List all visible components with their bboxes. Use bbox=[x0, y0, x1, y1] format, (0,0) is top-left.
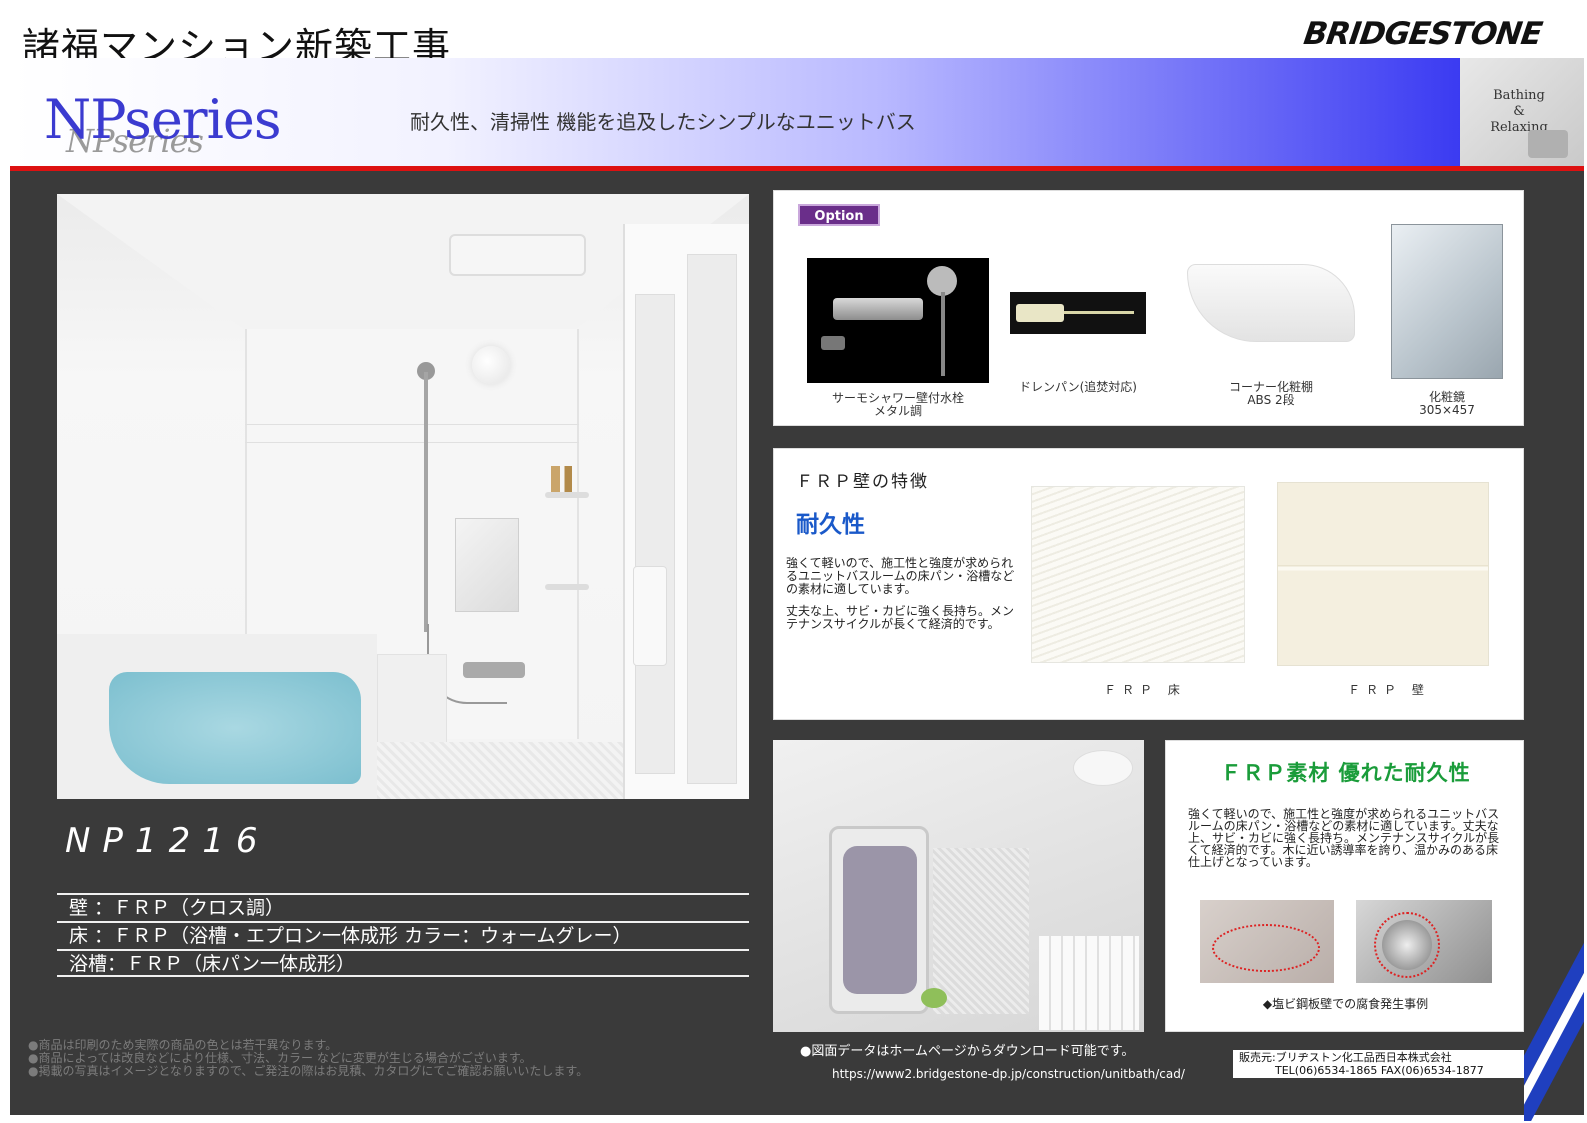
bath-floor bbox=[377, 742, 623, 799]
brand-logo: BRIDGESTONE bbox=[1301, 16, 1544, 52]
bathtub-water bbox=[843, 846, 917, 994]
spec-list: 壁 ：ＦＲＰ（クロス調） 床 ：ＦＲＰ（浴槽・エプロン一体成形 カラー：ウォーム… bbox=[57, 893, 749, 977]
decorative-stripes bbox=[1524, 871, 1584, 1121]
overhead-bath-photo bbox=[773, 740, 1144, 1032]
bottles bbox=[551, 466, 581, 492]
corner-shelf bbox=[545, 492, 589, 498]
frp-card: ＦＲＰ壁の特徴 耐久性 強くて軽いので、施工性と強度が求められるユニットバスルー… bbox=[773, 448, 1524, 720]
option-item-name: ドレンパン(追焚対応) bbox=[1019, 380, 1137, 394]
thermo-shower-faucet-image bbox=[807, 258, 989, 383]
shower-hose bbox=[941, 292, 945, 376]
highlight-ring bbox=[1374, 912, 1440, 978]
corner-line-1: Bathing bbox=[1493, 88, 1545, 103]
spec-row-wall: 壁 ：ＦＲＰ（クロス調） bbox=[57, 893, 749, 921]
durability-body: 強くて軽いので、施工性と強度が求められるユニットバスルームの床パン・浴槽などの素… bbox=[1188, 807, 1500, 869]
frp-paragraph: 丈夫な上、サビ・カビに強く長持ち。メンテナンスサイクルが長くて経済的です。 bbox=[786, 604, 1015, 631]
highlight-ring bbox=[1212, 924, 1320, 972]
download-notice: ●図面データはホームページからダウンロード可能です。 bbox=[800, 1044, 1135, 1059]
ceiling-light bbox=[1073, 750, 1133, 786]
shower-bar bbox=[424, 372, 428, 632]
unit-bath-photo bbox=[57, 194, 749, 799]
soap-image bbox=[1528, 130, 1568, 158]
bath-floor bbox=[933, 848, 1029, 1014]
ceiling-light bbox=[472, 346, 510, 384]
durability-card: ＦＲＰ素材 優れた耐久性 強くて軽いので、施工性と強度が求められるユニットバスル… bbox=[1165, 740, 1524, 1032]
spec-row-floor: 床 ：ＦＲＰ（浴槽・エプロン一体成形 カラー：ウォームグレー） bbox=[57, 921, 749, 949]
faucet bbox=[463, 662, 525, 678]
model-number: NP1216 bbox=[65, 821, 270, 861]
tagline: 耐久性、清掃性 機能を追及したシンプルなユニットバス bbox=[410, 110, 916, 134]
bath-step bbox=[377, 654, 447, 754]
option-item-faucet: サーモシャワー壁付水栓 メタル調 bbox=[807, 392, 989, 418]
frp-wall-caption: ＦＲＰ 壁 bbox=[1348, 683, 1430, 697]
frp-subtitle: 耐久性 bbox=[796, 512, 865, 538]
option-item-sub: 305×457 bbox=[1419, 403, 1475, 417]
durability-title: ＦＲＰ素材 優れた耐久性 bbox=[1220, 761, 1471, 785]
frp-floor-caption: ＦＲＰ 床 bbox=[1104, 683, 1186, 697]
wall-line bbox=[245, 442, 579, 443]
frp-title: ＦＲＰ壁の特徴 bbox=[796, 472, 929, 492]
frp-body: 強くて軽いので、施工性と強度が求められるユニットバスルームの床パン・浴槽などの素… bbox=[786, 557, 1016, 640]
series-logo: NPseries bbox=[44, 88, 282, 151]
ceiling-hatch bbox=[449, 234, 586, 276]
door-pane bbox=[687, 254, 737, 784]
corrosion-example-image bbox=[1200, 900, 1334, 983]
frp-floor-sample bbox=[1031, 486, 1245, 663]
page: 諸福マンション新築工事 BRIDGESTONE NPseries NPserie… bbox=[0, 0, 1587, 1123]
drain-pan-image bbox=[1010, 292, 1146, 334]
wall-line bbox=[245, 424, 579, 425]
corner-line-2: & bbox=[1513, 104, 1525, 119]
bathing-relaxing-thumbnail: Bathing & Relaxing bbox=[1460, 58, 1584, 168]
option-item-corner-shelf: コーナー化粧棚 ABS 2段 bbox=[1187, 381, 1355, 407]
option-item-sub: ABS 2段 bbox=[1247, 393, 1295, 407]
download-link[interactable]: https://www2.bridgestone-dp.jp/construct… bbox=[832, 1067, 1185, 1081]
disclaimer: ●商品は印刷のため実際の商品の色とは若干異なります。 ●商品によっては改良などに… bbox=[28, 1039, 768, 1078]
disclaimer-line: ●掲載の写真はイメージとなりますので、ご発注の際はお見積、カタログにてご確認お願… bbox=[28, 1064, 589, 1078]
seller-name: 販売元:ブリヂストン化工品西日本株式会社 bbox=[1239, 1051, 1452, 1064]
option-item-drain-pan: ドレンパン(追焚対応) bbox=[1000, 381, 1156, 394]
main-panel: NP1216 壁 ：ＦＲＰ（クロス調） 床 ：ＦＲＰ（浴槽・エプロン一体成形 カ… bbox=[10, 171, 1584, 1121]
durability-caption: ◆塩ビ鋼板壁での腐食発生事例 bbox=[1262, 997, 1429, 1011]
plant bbox=[921, 988, 947, 1008]
window bbox=[1039, 936, 1139, 1030]
frp-paragraph: 強くて軽いので、施工性と強度が求められるユニットバスルームの床パン・浴槽などの素… bbox=[786, 556, 1015, 596]
wall-mirror bbox=[455, 518, 519, 612]
option-item-sub: メタル調 bbox=[873, 404, 922, 418]
option-card: Option サーモシャワー壁付水栓 メタル調 ドレンパン(追焚対応) コーナー… bbox=[773, 190, 1524, 426]
series-banner: NPseries NPseries 耐久性、清掃性 機能を追及したシンプルなユニ… bbox=[10, 58, 1460, 168]
stripe bbox=[1524, 871, 1584, 1121]
valve bbox=[833, 298, 923, 320]
drain-rod bbox=[1064, 311, 1134, 314]
frp-wall-sample bbox=[1277, 482, 1489, 666]
vanity-mirror-image bbox=[1391, 224, 1503, 379]
corner-shelf-image bbox=[1187, 264, 1355, 342]
towel bbox=[633, 566, 667, 666]
seller-info: 販売元:ブリヂストン化工品西日本株式会社 TEL(06)6534-1865 FA… bbox=[1233, 1050, 1524, 1078]
seller-contact: TEL(06)6534-1865 FAX(06)6534-1877 bbox=[1275, 1064, 1484, 1077]
spec-row-bathtub: 浴槽：ＦＲＰ（床パン一体成形） bbox=[57, 949, 749, 977]
option-item-mirror: 化粧鏡 305×457 bbox=[1391, 391, 1503, 417]
option-badge: Option bbox=[798, 204, 880, 226]
bathing-relaxing-text: Bathing & Relaxing bbox=[1460, 88, 1578, 136]
spout bbox=[821, 336, 845, 350]
corrosion-example-image bbox=[1356, 900, 1492, 983]
bathtub-water bbox=[109, 672, 361, 784]
drain-pan bbox=[1016, 304, 1064, 322]
corner-shelf bbox=[545, 584, 589, 590]
door-pane bbox=[635, 294, 675, 774]
